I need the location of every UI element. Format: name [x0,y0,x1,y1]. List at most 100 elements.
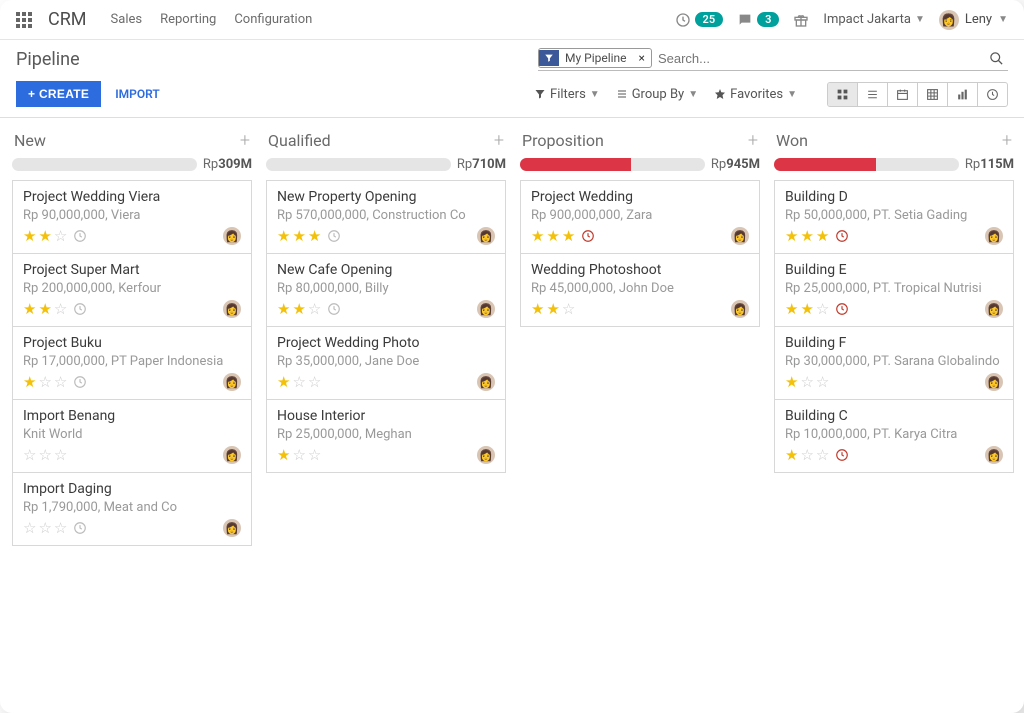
star-icon[interactable]: ☆ [292,446,305,464]
gift-icon[interactable] [793,12,809,28]
clock-icon[interactable] [835,448,849,462]
column-progress[interactable] [12,158,197,171]
star-icon[interactable]: ☆ [23,446,36,464]
avatar[interactable]: 👩 [985,227,1003,245]
star-icon[interactable]: ☆ [308,300,321,318]
import-link[interactable]: IMPORT [115,87,160,101]
star-icon[interactable]: ★ [292,300,305,318]
kanban-card[interactable]: House InteriorRp 25,000,000, Meghan★☆☆👩 [266,399,506,473]
apps-icon[interactable] [16,12,32,28]
star-icon[interactable]: ☆ [54,227,67,245]
column-progress[interactable] [774,158,959,171]
avatar[interactable]: 👩 [223,227,241,245]
avatar[interactable]: 👩 [985,446,1003,464]
avatar[interactable]: 👩 [223,300,241,318]
star-icon[interactable]: ★ [23,373,36,391]
star-icon[interactable]: ★ [23,227,36,245]
column-progress[interactable] [266,158,451,171]
add-card-button[interactable]: + [494,130,504,151]
star-icon[interactable]: ☆ [54,519,67,537]
star-icon[interactable]: ☆ [308,373,321,391]
view-kanban[interactable] [828,83,858,106]
star-icon[interactable]: ☆ [23,519,36,537]
star-icon[interactable]: ☆ [816,373,829,391]
kanban-card[interactable]: Import BenangKnit World☆☆☆👩 [12,399,252,473]
star-icon[interactable]: ★ [23,300,36,318]
clock-icon[interactable] [835,229,849,243]
kanban-card[interactable]: Building FRp 30,000,000, PT. Sarana Glob… [774,326,1014,400]
column-title[interactable]: Qualified [268,131,331,150]
user-menu[interactable]: 👩 Leny ▼ [939,10,1008,30]
star-icon[interactable]: ☆ [54,300,67,318]
avatar[interactable]: 👩 [223,373,241,391]
star-icon[interactable]: ★ [816,227,829,245]
messages-indicator[interactable]: 3 [737,12,779,28]
avatar[interactable]: 👩 [477,300,495,318]
star-icon[interactable]: ☆ [800,373,813,391]
clock-icon[interactable] [327,229,341,243]
column-title[interactable]: Proposition [522,131,604,150]
add-card-button[interactable]: + [1002,130,1012,151]
star-icon[interactable]: ☆ [38,519,51,537]
avatar[interactable]: 👩 [985,373,1003,391]
star-icon[interactable]: ★ [546,227,559,245]
kanban-card[interactable]: Project WeddingRp 900,000,000, Zara★★★👩 [520,180,760,254]
avatar[interactable]: 👩 [223,446,241,464]
star-icon[interactable]: ★ [562,227,575,245]
star-icon[interactable]: ☆ [308,446,321,464]
star-icon[interactable]: ★ [38,300,51,318]
create-button[interactable]: + CREATE [16,81,101,107]
star-icon[interactable]: ★ [308,227,321,245]
column-title[interactable]: New [14,131,46,150]
kanban-card[interactable]: Project Wedding PhotoRp 35,000,000, Jane… [266,326,506,400]
search-input[interactable] [658,51,985,66]
activity-indicator[interactable]: 25 [675,12,724,28]
clock-icon[interactable] [581,229,595,243]
avatar[interactable]: 👩 [223,519,241,537]
star-icon[interactable]: ☆ [38,446,51,464]
clock-icon[interactable] [327,302,341,316]
search-bar[interactable]: My Pipeline × [538,48,1008,71]
kanban-card[interactable]: New Property OpeningRp 570,000,000, Cons… [266,180,506,254]
avatar[interactable]: 👩 [731,300,749,318]
add-card-button[interactable]: + [240,130,250,151]
avatar[interactable]: 👩 [731,227,749,245]
search-icon[interactable] [985,51,1008,66]
company-switch[interactable]: Impact Jakarta ▼ [823,12,924,27]
star-icon[interactable]: ★ [277,446,290,464]
star-icon[interactable]: ★ [38,227,51,245]
view-activity[interactable] [978,83,1007,106]
star-icon[interactable]: ★ [277,300,290,318]
star-icon[interactable]: ★ [785,227,798,245]
view-list[interactable] [858,83,888,106]
column-progress[interactable] [520,158,705,171]
kanban-card[interactable]: Project BukuRp 17,000,000, PT Paper Indo… [12,326,252,400]
clock-icon[interactable] [73,302,87,316]
star-icon[interactable]: ★ [277,227,290,245]
star-icon[interactable]: ☆ [54,373,67,391]
star-icon[interactable]: ☆ [816,446,829,464]
filter-chip[interactable]: My Pipeline × [538,48,652,68]
view-pivot[interactable] [918,83,948,106]
kanban-card[interactable]: Wedding PhotoshootRp 45,000,000, John Do… [520,253,760,327]
clock-icon[interactable] [73,229,87,243]
view-graph[interactable] [948,83,978,106]
clock-icon[interactable] [73,375,87,389]
avatar[interactable]: 👩 [477,227,495,245]
avatar[interactable]: 👩 [985,300,1003,318]
star-icon[interactable]: ★ [800,300,813,318]
close-icon[interactable]: × [633,51,651,65]
star-icon[interactable]: ☆ [54,446,67,464]
clock-icon[interactable] [835,302,849,316]
nav-configuration[interactable]: Configuration [234,12,312,27]
star-icon[interactable]: ☆ [800,446,813,464]
clock-icon[interactable] [73,521,87,535]
groupby-button[interactable]: Group By▼ [616,87,698,102]
nav-reporting[interactable]: Reporting [160,12,216,27]
avatar[interactable]: 👩 [477,373,495,391]
star-icon[interactable]: ★ [531,227,544,245]
star-icon[interactable]: ★ [531,300,544,318]
star-icon[interactable]: ★ [785,300,798,318]
kanban-card[interactable]: Building CRp 10,000,000, PT. Karya Citra… [774,399,1014,473]
kanban-card[interactable]: Project Super MartRp 200,000,000, Kerfou… [12,253,252,327]
